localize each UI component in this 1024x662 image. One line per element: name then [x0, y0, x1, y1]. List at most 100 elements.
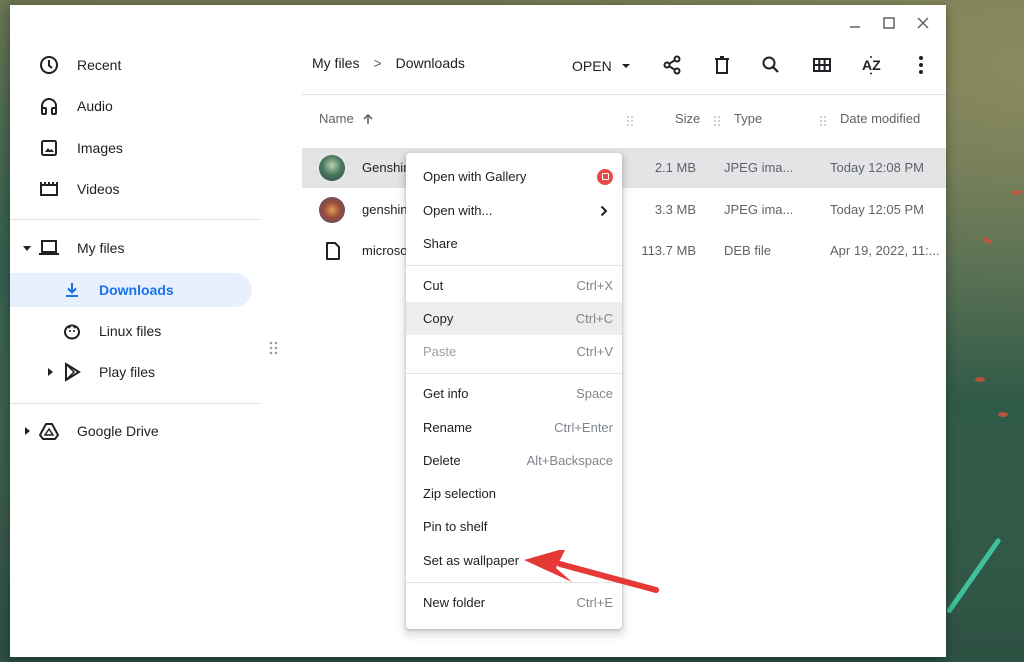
- menu-item-pin-to-shelf[interactable]: Pin to shelf: [406, 510, 622, 543]
- file-row[interactable]: Genshin 2.1 MB JPEG ima... Today 12:08 P…: [302, 148, 946, 188]
- share-icon: [663, 55, 681, 75]
- clock-icon: [38, 54, 60, 76]
- wallpaper-leaf: [1012, 190, 1022, 195]
- wallpaper-leaf: [981, 235, 993, 246]
- file-name: genshin: [362, 202, 408, 217]
- sidebar-item-google-drive[interactable]: Google Drive: [10, 414, 252, 448]
- wallpaper-stroke: [945, 537, 1002, 614]
- search-button[interactable]: [755, 49, 787, 81]
- minimize-button[interactable]: [840, 13, 870, 33]
- laptop-icon: [38, 237, 60, 259]
- menu-item-label: Delete: [423, 453, 461, 468]
- file-date: Today 12:08 PM: [830, 160, 924, 175]
- menu-item-share[interactable]: Share: [406, 227, 622, 260]
- menu-item-label: Set as wallpaper: [423, 553, 520, 568]
- file-name: Genshin: [362, 160, 411, 175]
- gallery-app-icon: [597, 168, 613, 185]
- file-icon: [326, 242, 340, 260]
- column-header-name[interactable]: Name: [319, 111, 374, 126]
- grid-view-button[interactable]: [806, 49, 838, 81]
- menu-item-label: Paste: [423, 344, 457, 359]
- sidebar-item-label: Linux files: [99, 323, 162, 339]
- file-type: JPEG ima...: [724, 160, 794, 175]
- column-header-type[interactable]: Type: [734, 111, 762, 126]
- file-type: JPEG ima...: [724, 202, 794, 217]
- column-header-size[interactable]: Size: [675, 111, 700, 126]
- sidebar-item-my-files[interactable]: My files: [10, 231, 252, 265]
- chevron-right-icon: [600, 205, 608, 216]
- menu-item-zip-selection[interactable]: Zip selection: [406, 477, 622, 510]
- close-icon: [917, 17, 929, 29]
- column-header-date-modified[interactable]: Date modified: [840, 111, 920, 126]
- open-button[interactable]: OPEN: [572, 53, 630, 79]
- menu-item-label: Get info: [423, 386, 469, 401]
- column-resize-handle[interactable]: [713, 114, 721, 126]
- menu-item-copy[interactable]: Copy Ctrl+C: [406, 302, 622, 335]
- sidebar-resize-handle[interactable]: [268, 340, 280, 358]
- menu-item-label: Rename: [423, 420, 473, 435]
- menu-item-delete[interactable]: Delete Alt+Backspace: [406, 444, 622, 477]
- expand-arrow-icon[interactable]: [45, 367, 55, 377]
- share-button[interactable]: [656, 49, 688, 81]
- menu-item-shortcut: Ctrl+E: [576, 595, 613, 610]
- column-header-label: Name: [319, 111, 354, 126]
- delete-button[interactable]: [706, 49, 738, 81]
- menu-item-shortcut: Ctrl+Enter: [554, 420, 613, 435]
- file-size: 3.3 MB: [654, 202, 696, 217]
- sidebar-item-linux-files[interactable]: Linux files: [10, 314, 252, 348]
- menu-item-open-with-gallery[interactable]: Open with Gallery: [406, 160, 622, 193]
- menu-item-shortcut: Ctrl+C: [575, 311, 613, 326]
- expand-arrow-icon[interactable]: [22, 243, 32, 253]
- file-type: DEB file: [724, 243, 771, 258]
- penguin-icon: [61, 320, 83, 342]
- menu-item-open-with[interactable]: Open with...: [406, 194, 622, 227]
- file-row[interactable]: genshin 3.3 MB JPEG ima... Today 12:05 P…: [302, 190, 946, 230]
- menu-item-cut[interactable]: Cut Ctrl+X: [406, 269, 622, 302]
- more-options-button[interactable]: [905, 49, 937, 81]
- breadcrumb: My files > Downloads: [312, 55, 465, 71]
- wallpaper-leaf: [998, 412, 1008, 417]
- sidebar-item-label: Google Drive: [77, 423, 159, 439]
- drive-icon: [38, 420, 60, 442]
- menu-item-label: Share: [423, 236, 458, 251]
- menu-separator: [406, 582, 622, 583]
- column-resize-handle[interactable]: [626, 114, 634, 126]
- sort-button[interactable]: AZ: [856, 49, 888, 81]
- sidebar-item-images[interactable]: Images: [10, 131, 252, 165]
- maximize-button[interactable]: [874, 13, 904, 33]
- file-row[interactable]: microso 113.7 MB DEB file Apr 19, 2022, …: [302, 231, 946, 271]
- menu-item-set-as-wallpaper[interactable]: Set as wallpaper: [406, 544, 622, 577]
- menu-item-get-info[interactable]: Get info Space: [406, 377, 622, 410]
- sidebar-item-label: Recent: [77, 57, 122, 73]
- sort-icon: AZ: [862, 56, 881, 75]
- sidebar-item-recent[interactable]: Recent: [10, 48, 252, 82]
- breadcrumb-my-files[interactable]: My files: [312, 55, 359, 71]
- sidebar-item-downloads[interactable]: Downloads: [10, 273, 252, 307]
- sidebar-item-videos[interactable]: Videos: [10, 172, 252, 206]
- column-header-label: Size: [675, 111, 701, 126]
- sidebar-item-play-files[interactable]: Play files: [10, 355, 252, 389]
- sidebar-item-label: Audio: [77, 98, 113, 114]
- delete-icon: [715, 56, 729, 74]
- expand-arrow-icon[interactable]: [22, 426, 32, 436]
- menu-item-rename[interactable]: Rename Ctrl+Enter: [406, 411, 622, 444]
- sidebar-item-label: Images: [77, 140, 123, 156]
- menu-item-label: Open with...: [423, 203, 493, 218]
- sidebar-divider: [10, 403, 260, 404]
- image-thumbnail: [319, 197, 345, 223]
- column-resize-handle[interactable]: [819, 114, 827, 126]
- menu-item-shortcut: Ctrl+V: [576, 344, 613, 359]
- menu-item-label: Pin to shelf: [423, 519, 488, 534]
- menu-item-shortcut: Space: [576, 386, 613, 401]
- menu-item-new-folder[interactable]: New folder Ctrl+E: [406, 586, 622, 619]
- file-date: Apr 19, 2022, 11:...: [830, 243, 940, 258]
- close-button[interactable]: [908, 13, 938, 33]
- menu-separator: [406, 373, 622, 374]
- menu-item-paste[interactable]: Paste Ctrl+V: [406, 335, 622, 368]
- file-name: microso: [362, 243, 408, 258]
- breadcrumb-downloads[interactable]: Downloads: [396, 55, 465, 71]
- header-divider: [302, 94, 946, 95]
- sidebar-item-audio[interactable]: Audio: [10, 89, 252, 123]
- svg-text:AZ: AZ: [862, 57, 881, 73]
- file-size: 2.1 MB: [654, 160, 696, 175]
